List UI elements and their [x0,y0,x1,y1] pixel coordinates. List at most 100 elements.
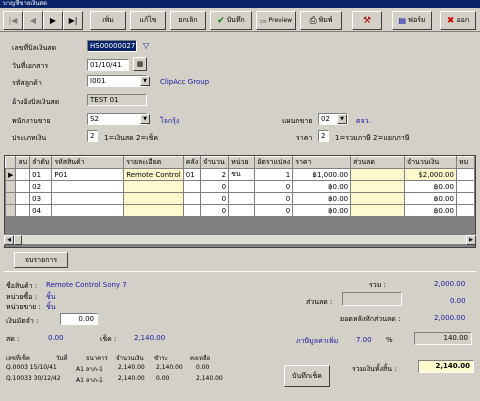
column-header[interactable]: ลำดับ [29,156,53,169]
cell-seq[interactable]: 01 [29,168,53,181]
calendar-icon[interactable]: ▦ [133,57,147,71]
print-button[interactable]: ⎙ พิมพ์ [300,11,342,30]
scroll-right-icon[interactable]: ▶ [466,235,476,245]
cell-rate[interactable]: 0 [254,204,294,217]
cell-qty[interactable]: 0 [200,192,230,205]
cell-seq[interactable]: 02 [29,180,53,193]
cell-desc[interactable] [123,204,184,217]
end-items-button[interactable]: จบรายการ [14,252,68,268]
cell-price[interactable]: ฿0.00 [292,192,352,205]
delete-cell[interactable] [15,204,31,217]
delete-cell[interactable] [15,168,31,181]
column-header[interactable]: ส่วนลด [350,156,406,169]
cell-price[interactable]: ฿0.00 [292,180,352,193]
column-header[interactable]: รหัสสินค้า [51,156,125,169]
cell-amount[interactable]: ฿0.00 [404,180,457,193]
discount-field[interactable] [342,292,402,306]
ref-field[interactable]: TEST 01 [87,94,147,106]
dept-dropdown-icon[interactable]: ▼ [337,114,347,124]
customer-dropdown-icon[interactable]: ▼ [140,76,150,86]
grid-hscrollbar[interactable]: ◀ ▶ [4,234,476,245]
column-header[interactable]: อัตราแปลง [254,156,294,169]
cell-amount[interactable]: $2,000.00 [404,168,457,181]
cancel-button[interactable]: ยกเลิก [170,11,206,30]
table-row[interactable]: ▶ 01 P01 Remote Control 01 2 ชน 1 ฿1,000.00 $2,00… [4,168,476,181]
exit-button[interactable]: ✖ ออก [440,11,476,30]
cell-extra[interactable] [455,168,476,181]
cell-amount[interactable]: ฿0.00 [404,192,457,205]
cell-unit[interactable] [228,204,256,217]
cell-disc[interactable] [350,168,406,181]
column-header[interactable]: ลบ [15,156,31,169]
preview-button[interactable]: ▭ Preview [256,11,296,30]
cell-seq[interactable]: 03 [29,192,53,205]
cell-wh[interactable] [182,180,202,193]
deposit-field[interactable]: 0.00 [60,313,98,325]
cheque-row[interactable]: Q.10033 30/12/42 A1 ลาภ-1 2,140.00 0.00 2,14… [6,375,276,386]
row-indicator[interactable]: ▶ [4,168,17,181]
cheque-row[interactable]: Q.0003 15/10/41 A1 ลาภ-1 2,140.00 2,140.00 0… [6,364,276,375]
cell-desc[interactable] [123,180,184,193]
report-button[interactable]: ▤ ฟอร์ม [392,11,432,30]
column-header[interactable]: หน่วย [228,156,256,169]
scroll-thumb[interactable] [14,235,22,245]
column-header[interactable]: คลัง [182,156,202,169]
cheque-list[interactable]: Q.0003 15/10/41 A1 ลาภ-1 2,140.00 2,140.00 0… [6,364,276,386]
cell-wh[interactable]: 01 [182,168,202,181]
delete-cell[interactable] [15,180,31,193]
scroll-left-icon[interactable]: ◀ [4,235,14,245]
doc-date-field[interactable]: 01/10/41 [87,59,129,71]
table-row[interactable]: 04 0 0 ฿0.00 ฿0.00 [4,204,476,217]
cell-qty[interactable]: 0 [200,180,230,193]
cell-disc[interactable] [350,204,406,217]
cell-amount[interactable]: ฿0.00 [404,204,457,217]
save-button[interactable]: ✔ บันทึก [210,11,252,30]
cell-wh[interactable] [182,192,202,205]
cell-extra[interactable] [455,204,476,217]
row-indicator[interactable] [4,192,17,205]
cell-extra[interactable] [455,192,476,205]
prev-record-button[interactable]: ◀ [23,11,43,30]
cell-price[interactable]: ฿0.00 [292,204,352,217]
cell-desc[interactable] [123,192,184,205]
customer-code-field[interactable]: I001 [87,75,147,87]
cell-desc[interactable]: Remote Control [123,168,184,181]
delete-cell[interactable] [15,192,31,205]
cell-qty[interactable]: 0 [200,204,230,217]
cell-extra[interactable] [455,180,476,193]
column-header[interactable]: จำนวนเงิน [404,156,457,169]
column-header[interactable]: รายละเอียด [123,156,184,169]
salesman-dropdown-icon[interactable]: ▼ [140,114,150,124]
cell-code[interactable]: P01 [51,168,125,181]
doc-no-field[interactable]: HS00000027 [87,40,137,52]
cell-qty[interactable]: 2 [200,168,230,181]
cell-unit[interactable] [228,192,256,205]
row-indicator[interactable] [4,180,17,193]
next-record-button[interactable]: ▶ [43,11,63,30]
cell-disc[interactable] [350,192,406,205]
paytype-field[interactable]: 2 [87,130,98,142]
table-row[interactable]: 02 0 0 ฿0.00 ฿0.00 [4,180,476,193]
table-row[interactable]: 03 0 0 ฿0.00 ฿0.00 [4,192,476,205]
cell-code[interactable] [51,192,125,205]
cell-disc[interactable] [350,180,406,193]
row-indicator[interactable] [4,204,17,217]
cell-unit[interactable]: ชน [228,168,256,181]
cell-price[interactable]: ฿1,000.00 [292,168,352,181]
record-cheque-button[interactable]: บันทึกเช็ค [284,365,330,387]
cell-wh[interactable] [182,204,202,217]
cell-code[interactable] [51,204,125,217]
cell-rate[interactable]: 0 [254,192,294,205]
cell-rate[interactable]: 0 [254,180,294,193]
column-header[interactable]: จำนวน [200,156,230,169]
column-header[interactable]: หม [455,156,476,169]
cell-code[interactable] [51,180,125,193]
price-field[interactable]: 2 [318,130,329,142]
cell-seq[interactable]: 04 [29,204,53,217]
add-button[interactable]: เพิ่ม [90,11,126,30]
edit-button[interactable]: แก้ไข [130,11,166,30]
cell-unit[interactable] [228,180,256,193]
salesman-code-field[interactable]: S2 [87,113,147,125]
first-record-button[interactable]: |◀ [3,11,23,30]
last-record-button[interactable]: ▶| [63,11,83,30]
